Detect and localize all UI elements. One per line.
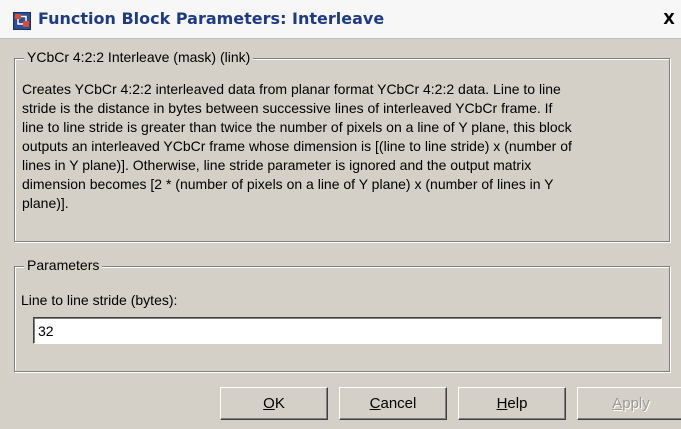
description-group: YCbCr 4:2:2 Interleave (mask) (link) Cre… — [14, 49, 670, 242]
help-button[interactable]: Help — [458, 387, 566, 420]
description-line: line to line stride is greater than twic… — [22, 119, 572, 135]
close-button[interactable]: X — [661, 10, 677, 28]
simulink-block-icon — [13, 12, 31, 30]
description-line: stride is the distance in bytes between … — [22, 100, 553, 116]
description-line: plane)]. — [22, 195, 69, 211]
ok-mnemonic: O — [263, 395, 275, 412]
ok-button[interactable]: OK — [220, 387, 328, 420]
help-mnemonic: H — [496, 395, 508, 412]
apply-label: pply — [622, 395, 650, 412]
description-group-legend: YCbCr 4:2:2 Interleave (mask) (link) — [24, 49, 254, 65]
apply-button[interactable]: Apply — [577, 387, 681, 420]
title-bar[interactable]: Function Block Parameters: Interleave X — [0, 0, 681, 39]
stride-input[interactable] — [33, 317, 662, 344]
description-line: Creates YCbCr 4:2:2 interleaved data fro… — [22, 81, 561, 97]
parameters-group-legend: Parameters — [24, 257, 103, 273]
apply-mnemonic: A — [612, 395, 623, 412]
cancel-label: ancel — [380, 395, 417, 412]
description-line: dimension becomes [2 * (number of pixels… — [22, 176, 554, 192]
close-icon: X — [663, 10, 675, 28]
description-line: outputs an interleaved YCbCr frame whose… — [22, 138, 572, 154]
window-title: Function Block Parameters: Interleave — [38, 9, 385, 28]
cancel-button[interactable]: Cancel — [339, 387, 447, 420]
description-line: lines in Y plane)]. Otherwise, line stri… — [22, 157, 532, 173]
cancel-mnemonic: C — [369, 395, 381, 412]
dialog-window: Function Block Parameters: Interleave X … — [0, 0, 681, 429]
block-description: Creates YCbCr 4:2:2 interleaved data fro… — [22, 80, 662, 213]
ok-label: K — [274, 395, 285, 412]
stride-label: Line to line stride (bytes): — [21, 292, 178, 308]
help-label: elp — [507, 395, 528, 412]
